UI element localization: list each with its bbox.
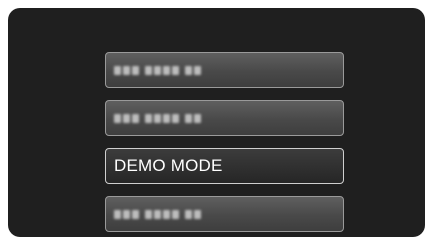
blurred-label: [114, 65, 201, 75]
menu-item-2[interactable]: [105, 100, 344, 136]
camera-screen: DEMO MODE: [8, 8, 425, 237]
menu-item-demo-mode[interactable]: DEMO MODE: [105, 148, 344, 184]
menu-item-4[interactable]: [105, 196, 344, 232]
menu-item-1[interactable]: [105, 52, 344, 88]
settings-menu: DEMO MODE: [105, 52, 344, 237]
blurred-label: [114, 113, 201, 123]
blurred-label: [114, 209, 201, 219]
demo-mode-label: DEMO MODE: [114, 156, 223, 175]
